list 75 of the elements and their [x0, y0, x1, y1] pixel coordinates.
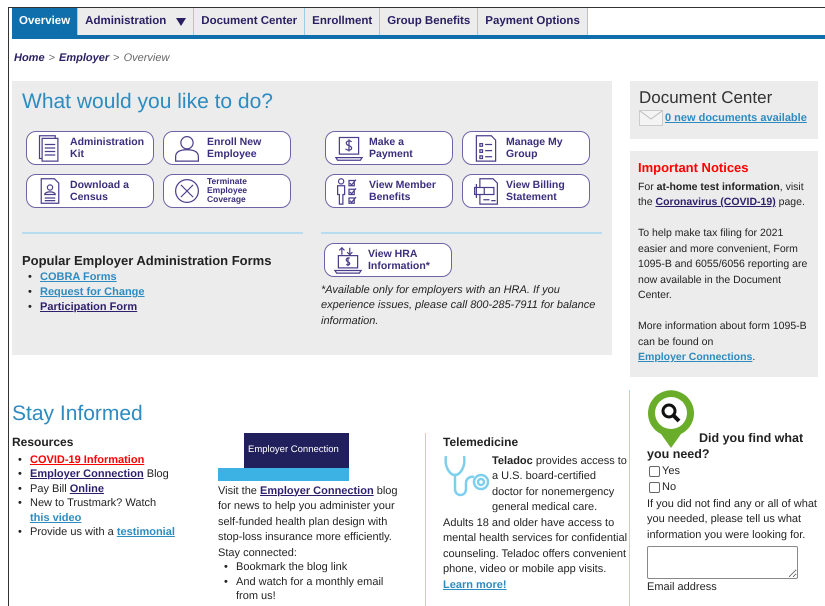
telemedicine-title: Telemedicine: [443, 434, 520, 450]
checkbox-label: Yes: [662, 464, 680, 480]
link[interactable]: Learn more!: [443, 578, 507, 590]
section-title: Stay Informed: [12, 400, 144, 426]
breadcrumb-link[interactable]: Home: [14, 50, 45, 66]
resource-item: Pay Bill Online: [30, 482, 104, 496]
email-label: Email address: [647, 580, 718, 595]
nav-tab[interactable]: Document Center: [194, 8, 306, 35]
action-button[interactable]: Administration Kit: [26, 130, 154, 164]
breadcrumb-separator: >: [113, 51, 120, 66]
bullet-marker: •: [224, 574, 229, 590]
action-button[interactable]: Enroll New Employee: [163, 130, 291, 164]
forms-title: Popular Employer Administration Forms: [22, 252, 272, 270]
section-title: What would you like to do?: [22, 88, 274, 114]
link[interactable]: Coronavirus (COVID-19): [656, 196, 776, 208]
breadcrumb-link[interactable]: Employer: [59, 50, 110, 66]
bullet-marker: •: [28, 270, 33, 285]
link[interactable]: this video: [30, 512, 82, 524]
resource-item: Provide us with a testimonial: [30, 525, 175, 540]
link[interactable]: COVID-19 Information: [30, 454, 144, 466]
action-button[interactable]: View Billing Statement: [462, 174, 590, 208]
bullet-item: Bookmark the blog link: [236, 560, 348, 574]
action-button[interactable]: Download a Census: [26, 174, 154, 208]
action-button[interactable]: Manage My Group: [462, 130, 590, 164]
bullet-marker: •: [18, 452, 23, 467]
notice-paragraph: For at-home test information, visit the Coronavirus (COVID-19) page.: [638, 180, 806, 210]
bullet-marker: •: [18, 467, 23, 482]
breadcrumb-separator: >: [48, 51, 55, 66]
bullet-marker: •: [28, 285, 33, 300]
bullet-marker: •: [18, 482, 23, 496]
feedback-input[interactable]: [647, 546, 798, 579]
link[interactable]: Employer Connection: [260, 484, 374, 496]
nav-tab[interactable]: Payment Options: [478, 8, 588, 35]
notice-paragraph: To help make tax filing for 2021 easier and more convenient, Form 1095-B and 6055/6056 reporting are now available in the Document Center.: [638, 226, 808, 303]
nav-tab[interactable]: Enrollment: [305, 8, 380, 35]
document-center-title: Document Center: [639, 88, 774, 108]
checkbox[interactable]: [649, 482, 660, 493]
link[interactable]: testimonial: [116, 526, 175, 538]
telemedicine-intro: Teladoc provides access to a U.S. board-certified doctor for nonemergency general medical care.: [492, 454, 628, 515]
search-pin-icon: [647, 390, 695, 448]
link[interactable]: Online: [70, 482, 104, 494]
feedback-prompt: If you did not find any or all of what you needed, please tell us what information you were looking for.: [647, 496, 818, 542]
breadcrumb-current: Overview: [124, 51, 170, 66]
bullet-marker: •: [18, 525, 23, 540]
nav-tab[interactable]: Overview: [12, 8, 78, 35]
form-link[interactable]: Participation Form: [40, 300, 138, 315]
bullet-item: And watch for a monthly email from us!: [236, 574, 384, 604]
nav-tab[interactable]: Administration: [78, 8, 194, 35]
x-circle-icon: [173, 176, 201, 204]
blog-paragraph: Visit the Employer Connection blog for news to help you administer your self-funded health plan design with stop-loss insurance more efficiently.: [218, 484, 399, 545]
nav-tab[interactable]: Group Benefits: [380, 8, 478, 35]
checkbox-label: No: [662, 480, 676, 496]
action-button[interactable]: View Member Benefits: [325, 174, 453, 208]
checkbox[interactable]: [649, 466, 660, 477]
feedback-question: Did you find what you need?: [647, 430, 804, 462]
notice-paragraph: More information about form 1095-B can be found on Employer Connections.: [638, 319, 808, 365]
stethoscope-icon: [443, 454, 489, 498]
hra-note: *Available only for employers with an HRA. If you experience issues, please call 800-285-7911 for balance information.: [321, 282, 596, 328]
envelope-icon: [639, 110, 663, 126]
person-icon: [173, 134, 201, 162]
notices-title: Important Notices: [638, 160, 750, 176]
stay-connected-label: Stay connected:: [218, 546, 298, 560]
banner-title: Employer Connection: [244, 432, 349, 468]
resource-item: Employer Connection Blog: [30, 467, 169, 482]
bullet-marker: •: [28, 300, 33, 315]
bill-icon: [472, 176, 500, 204]
resources-title: Resources: [12, 434, 74, 450]
bullet-marker: •: [224, 560, 229, 574]
action-button[interactable]: View HRA Information*: [324, 242, 452, 276]
action-button[interactable]: Terminate Employee Coverage: [163, 174, 291, 208]
telemedicine-paragraph: Adults 18 and older have access to mental health services for confidential counseling. Teladoc offers convenient phone, video or mobile app visits. Learn more!: [443, 516, 628, 592]
laptop-arrows-icon: [334, 246, 362, 274]
bullet-marker: •: [18, 496, 23, 511]
link[interactable]: Employer Connection: [30, 468, 144, 480]
action-button[interactable]: Make a Payment: [325, 130, 453, 164]
